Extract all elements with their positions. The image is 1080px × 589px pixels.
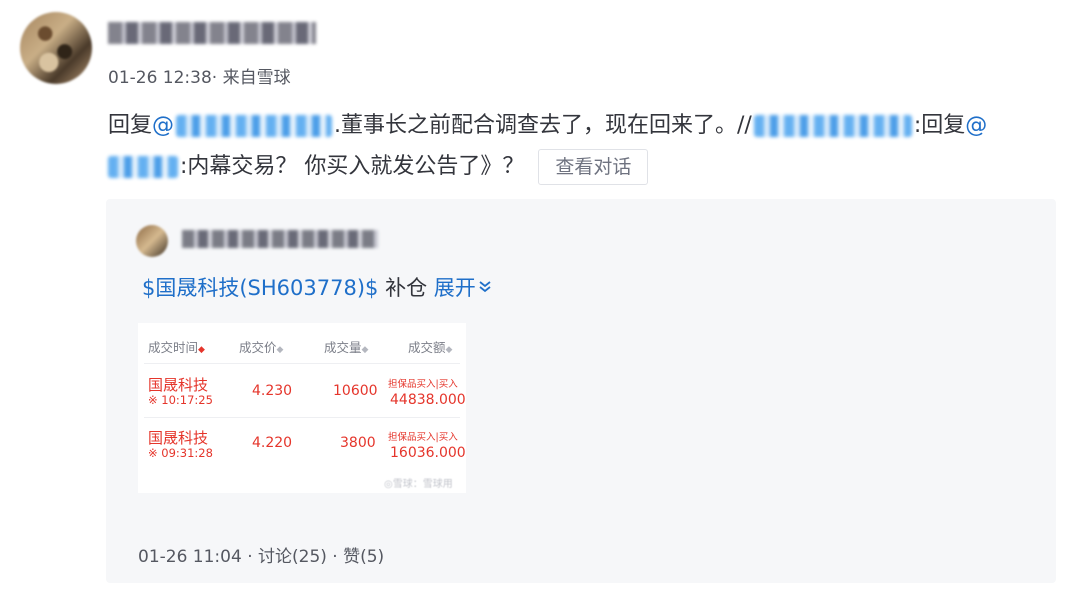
username-blurred[interactable]: [108, 22, 316, 44]
quoted-post-text: $国晟科技(SH603778)$ 补仓 展开: [142, 272, 492, 302]
header-trade-time: 成交时间◆: [148, 340, 205, 355]
quoted-username-blurred[interactable]: [182, 230, 378, 248]
quoted-avatar[interactable]: [136, 225, 168, 257]
avatar[interactable]: [20, 12, 92, 84]
reply-line-1: 回复@ .董事长之前配合调查去了，现在回来了。//:回复@: [108, 105, 1058, 146]
trade-row-2-time: ※ 09:31:28: [148, 446, 213, 460]
header-trade-volume: 成交量◆: [324, 340, 369, 355]
divider: [144, 417, 460, 418]
view-dialog-button[interactable]: 查看对话: [538, 149, 649, 185]
trade-row-1-volume: 10600: [333, 383, 378, 399]
quoted-post-card[interactable]: $国晟科技(SH603778)$ 补仓 展开 成交时间◆ 成交价◆ 成交量◆ 成…: [106, 199, 1056, 583]
trade-row-2-type: 担保品买入|买入: [388, 432, 458, 443]
reply-body: 回复@ .董事长之前配合调查去了，现在回来了。//:回复@ :内幕交易？ 你买入就…: [108, 105, 1058, 187]
trade-record-image[interactable]: 成交时间◆ 成交价◆ 成交量◆ 成交额◆ 国晟科技 ※ 10:17:25 4.2…: [138, 323, 466, 493]
reply-prefix: 回复: [108, 113, 153, 138]
reply-text-question: :内幕交易？ 你买入就发公告了》？: [180, 154, 525, 179]
quoted-body-text: 补仓: [378, 276, 434, 300]
trade-row-1-price: 4.230: [252, 383, 293, 399]
reply-text-suffix: :回复: [913, 113, 966, 138]
reply-text-mid: .董事长之前配合调查去了，现在回来了。//: [334, 113, 752, 138]
mention-at-1[interactable]: @: [152, 113, 174, 138]
trade-row-1-type: 担保品买入|买入: [388, 379, 458, 390]
reply-line-2: :内幕交易？ 你买入就发公告了》？ 查看对话: [108, 146, 1058, 187]
post-meta: 01-26 12:38· 来自雪球: [108, 68, 291, 88]
mention-at-2[interactable]: @: [965, 113, 987, 138]
trade-row-2-price: 4.220: [252, 435, 293, 451]
expand-link[interactable]: 展开: [434, 276, 476, 300]
mention-3-blurred[interactable]: [108, 156, 178, 178]
trade-row-2-volume: 3800: [340, 435, 376, 451]
trade-row-1-name: 国晟科技: [148, 376, 209, 394]
trade-row-2-amount: 16036.000: [390, 445, 466, 461]
image-watermark: ◎雪球：雪球用: [384, 479, 453, 490]
mention-2-blurred[interactable]: [753, 115, 912, 137]
stock-link[interactable]: $国晟科技(SH603778)$: [142, 276, 378, 300]
trade-row-1-amount: 44838.000: [390, 392, 466, 408]
header-trade-price: 成交价◆: [239, 340, 284, 355]
trade-row-2-name: 国晟科技: [148, 429, 209, 447]
trade-row-1-time: ※ 10:17:25: [148, 393, 213, 407]
chevron-double-down-icon[interactable]: [478, 278, 492, 297]
mention-1-blurred[interactable]: [176, 115, 333, 137]
header-trade-amount: 成交额◆: [408, 340, 453, 355]
quoted-post-footer: 01-26 11:04 · 讨论(25) · 赞(5): [138, 547, 385, 567]
divider: [144, 363, 460, 364]
